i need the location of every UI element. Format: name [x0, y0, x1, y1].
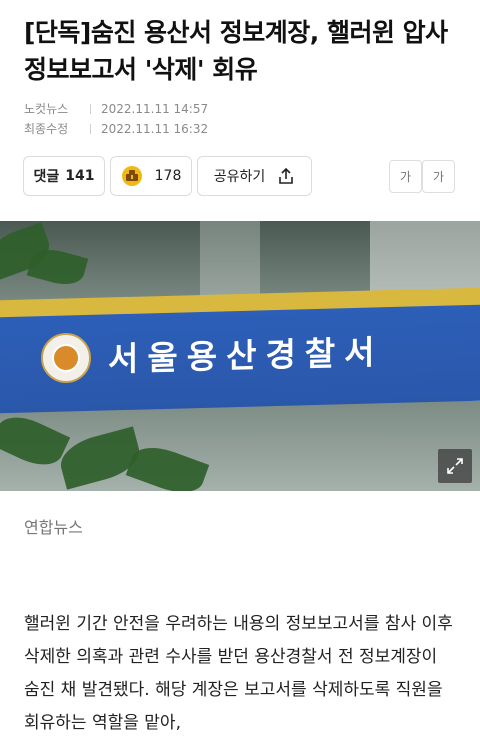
- article-body-paragraph: 핼러윈 기간 안전을 우려하는 내용의 정보보고서를 참사 이후 삭제한 의혹과…: [24, 614, 453, 733]
- divider: [90, 104, 91, 114]
- expand-icon[interactable]: [438, 449, 472, 483]
- byline-row: 노컷뉴스 2022.11.11 14:57: [24, 100, 208, 117]
- share-button[interactable]: 공유하기: [197, 156, 312, 196]
- divider: [90, 124, 91, 134]
- font-size-decrease-button[interactable]: 가: [389, 160, 422, 193]
- share-label: 공유하기: [213, 169, 266, 185]
- published-time: 2022.11.11 14:57: [101, 102, 209, 116]
- modified-time: 2022.11.11 16:32: [101, 122, 209, 136]
- article-title: [단독]숨진 용산서 정보계장, 핼러윈 압사 정보보고서 '삭제' 회유: [24, 18, 448, 84]
- photo-credit: 연합뉴스: [24, 518, 83, 537]
- police-emblem-icon: [41, 333, 91, 383]
- sign-text: 서울용산경찰서: [108, 332, 384, 379]
- reaction-count: 178: [154, 168, 182, 184]
- font-size-increase-button[interactable]: 가: [422, 160, 455, 193]
- comment-count: 141: [65, 168, 95, 184]
- article-photo[interactable]: 서울용산경찰서: [0, 221, 480, 491]
- share-icon: [277, 167, 295, 185]
- comment-button[interactable]: 댓글 141: [23, 156, 105, 196]
- modified-row: 최종수정 2022.11.11 16:32: [24, 120, 208, 137]
- reaction-button[interactable]: 178: [110, 156, 192, 196]
- reaction-icon: [121, 165, 143, 187]
- modified-label: 최종수정: [24, 122, 69, 136]
- news-source[interactable]: 노컷뉴스: [24, 100, 84, 117]
- comment-label: 댓글: [33, 169, 60, 185]
